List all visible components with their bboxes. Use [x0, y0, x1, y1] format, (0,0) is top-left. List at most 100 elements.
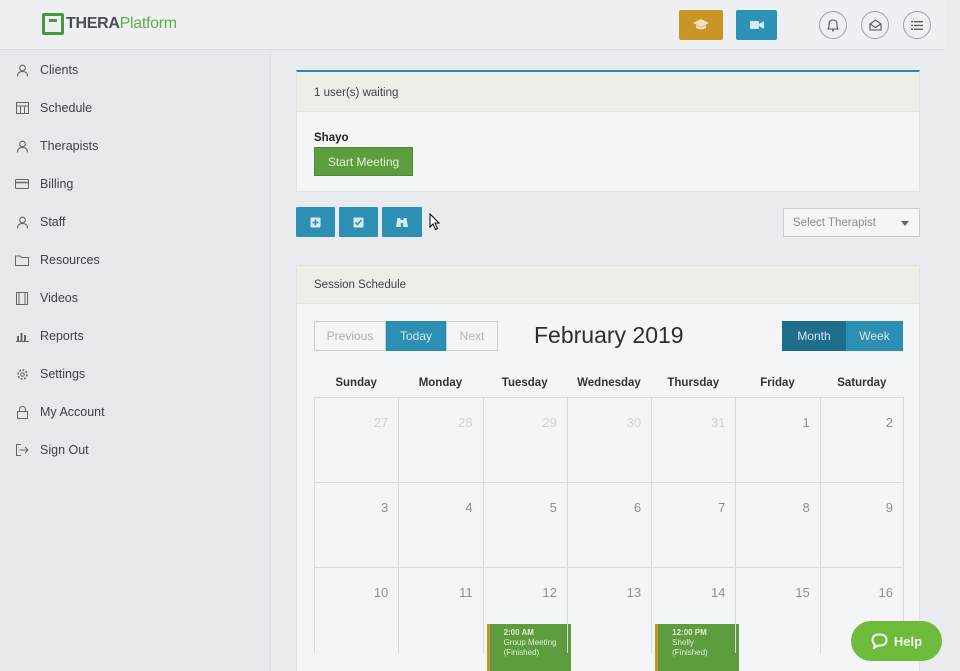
top-header: THERA Platform	[0, 0, 946, 50]
day-of-week-label: Wednesday	[577, 377, 641, 389]
calendar-day-cell[interactable]: 8	[735, 483, 819, 568]
day-number: 8	[802, 500, 810, 515]
calendar-day-cell[interactable]: 27	[314, 398, 398, 483]
previous-button[interactable]: Previous	[314, 321, 386, 351]
mail-icon	[868, 19, 882, 31]
start-meeting-button[interactable]: Start Meeting	[314, 147, 413, 176]
sidebar-item-schedule[interactable]: Schedule	[0, 89, 271, 127]
sidebar-item-label: Reports	[40, 329, 84, 343]
sidebar-item-sign-out[interactable]: Sign Out	[0, 431, 271, 469]
calendar-day-cell[interactable]: 9	[819, 483, 904, 568]
session-schedule-panel: Session Schedule Previous Today Next Feb…	[296, 265, 920, 671]
chart-icon	[15, 329, 29, 343]
day-number: 7	[718, 500, 726, 515]
calendar-day-cell[interactable]: 7	[651, 483, 735, 568]
event-status: (Finished)	[672, 648, 708, 657]
event-title: Shelly	[672, 638, 694, 647]
calendar-month-title: February 2019	[534, 322, 684, 348]
calendar-day-cell[interactable]: 3	[314, 483, 398, 568]
sidebar-item-label: My Account	[40, 405, 105, 419]
sidebar-item-therapists[interactable]: Therapists	[0, 127, 271, 165]
calendar-day-cell[interactable]: 4	[398, 483, 482, 568]
calendar-day-cell[interactable]: 5	[482, 483, 567, 568]
calendar-day-cell[interactable]: 14 12:00 PM Shelly (Finished)	[651, 568, 740, 671]
video-meeting-button[interactable]	[736, 10, 777, 40]
week-view-button[interactable]: Week	[846, 321, 903, 351]
sidebar-item-videos[interactable]: Videos	[0, 279, 271, 317]
theraplatform-logo[interactable]: THERA Platform	[42, 13, 177, 35]
month-view-button[interactable]: Month	[782, 321, 846, 351]
calendar-week-row: 27 28 29 30 31 1 2	[314, 397, 904, 483]
messages-button[interactable]	[861, 11, 889, 39]
add-session-button[interactable]	[296, 207, 335, 237]
folder-icon	[15, 253, 29, 267]
waiting-user-name: Shayo	[314, 132, 349, 144]
sidebar-item-my-account[interactable]: My Account	[0, 393, 271, 431]
sidebar-item-label: Staff	[40, 215, 66, 229]
calendar-day-cell[interactable]: 30	[566, 398, 651, 483]
chat-bubble-icon	[871, 633, 888, 649]
event-title: Group Meeting	[503, 638, 557, 647]
calendar-day-cell[interactable]: 2	[819, 398, 904, 483]
sidebar-item-label: Sign Out	[40, 443, 89, 457]
day-of-week-label: Monday	[418, 377, 463, 389]
calendar-day-cell[interactable]: 28	[398, 398, 482, 483]
sidebar-item-billing[interactable]: Billing	[0, 165, 271, 203]
day-number: 4	[465, 500, 473, 515]
therapist-select[interactable]: Select Therapist	[783, 208, 920, 237]
add-icon	[310, 217, 321, 227]
waiting-room-panel: 1 user(s) waiting Shayo Start Meeting	[296, 70, 920, 192]
next-button[interactable]: Next	[446, 321, 498, 351]
mouse-cursor-icon	[429, 213, 440, 231]
training-button[interactable]	[679, 10, 723, 40]
days-of-week-header: Sunday Monday Tuesday Wednesday Thursday Frid…	[314, 377, 904, 397]
notifications-button[interactable]	[819, 11, 847, 39]
day-number: 30	[626, 415, 642, 430]
calendar-day-cell[interactable]: 11	[398, 568, 482, 653]
menu-list-icon	[911, 20, 923, 30]
day-number: 31	[710, 415, 726, 430]
day-number: 12	[542, 585, 557, 600]
calendar-event[interactable]: 2:00 AM Group Meeting (Finished)	[486, 624, 571, 671]
day-of-week-label: Saturday	[837, 377, 887, 389]
calendar-day-cell[interactable]: 10	[314, 568, 398, 653]
day-number: 6	[633, 500, 642, 515]
billing-icon	[15, 177, 29, 191]
calendar-day-cell[interactable]: 29	[482, 398, 567, 483]
help-button[interactable]: Help	[851, 621, 942, 661]
gear-icon	[15, 367, 29, 381]
sidebar-item-reports[interactable]: Reports	[0, 317, 271, 355]
day-number: 3	[381, 500, 389, 515]
find-session-button[interactable]	[382, 207, 422, 237]
day-number: 5	[549, 500, 557, 515]
sidebar-item-resources[interactable]: Resources	[0, 241, 271, 279]
sidebar-item-settings[interactable]: Settings	[0, 355, 271, 393]
video-camera-icon	[749, 21, 764, 29]
day-number: 11	[459, 585, 473, 600]
clients-icon	[15, 63, 29, 77]
sidebar-item-label: Clients	[40, 63, 79, 77]
calendar-day-cell[interactable]: 6	[566, 483, 651, 568]
calendar-day-cell[interactable]: 13	[566, 568, 651, 653]
chevron-down-icon	[901, 221, 909, 226]
calendar-event[interactable]: 12:00 PM Shelly (Finished)	[655, 624, 740, 671]
sidebar-item-clients[interactable]: Clients	[0, 51, 271, 89]
day-number: 1	[802, 415, 810, 430]
select-sessions-button[interactable]	[339, 207, 378, 237]
sidebar-item-label: Settings	[40, 367, 86, 381]
sidebar-item-label: Videos	[40, 291, 78, 305]
calendar-day-cell[interactable]: 12 2:00 AM Group Meeting (Finished)	[482, 568, 571, 671]
menu-button[interactable]	[903, 11, 931, 39]
calendar-day-cell[interactable]: 15	[735, 568, 819, 653]
calendar-grid: 27 28 29 30 31 1 2 3 4 5 6 7 8 9 10 11 12 2:00 AM Group Me…	[314, 397, 904, 671]
calendar-day-cell[interactable]: 1	[735, 398, 819, 483]
sidebar-item-staff[interactable]: Staff	[0, 203, 271, 241]
video-icon	[15, 291, 29, 305]
lock-icon	[15, 405, 29, 419]
sidebar-item-label: Billing	[40, 177, 74, 191]
today-button[interactable]: Today	[386, 321, 446, 351]
staff-icon	[15, 215, 29, 229]
calendar-week-row: 3 4 5 6 7 8 9	[314, 482, 904, 568]
calendar-day-cell[interactable]: 31	[651, 398, 735, 483]
day-number: 28	[458, 415, 473, 430]
